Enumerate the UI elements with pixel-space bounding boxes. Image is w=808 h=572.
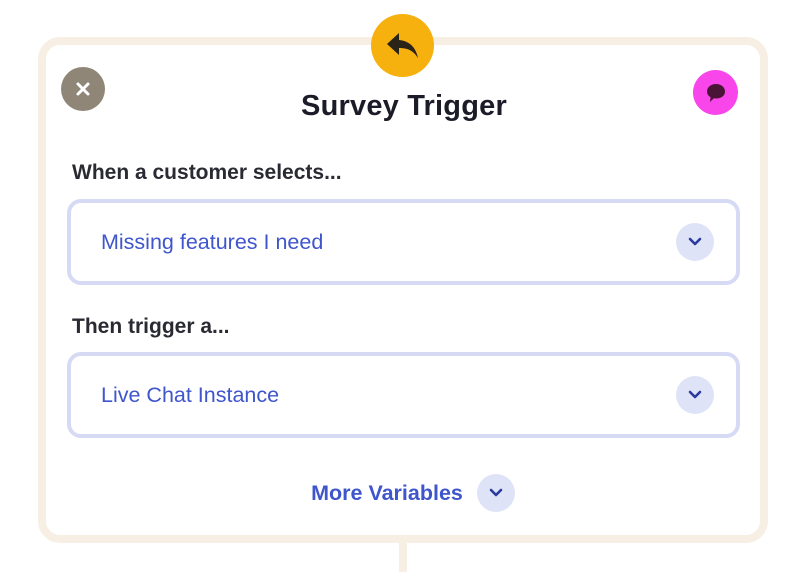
chevron-down-icon (489, 488, 503, 497)
reply-arrow-icon (386, 32, 418, 58)
when-select[interactable]: Missing features I need (67, 199, 740, 285)
chevron-down-icon (688, 237, 702, 246)
when-label: When a customer selects... (72, 161, 342, 184)
then-select-toggle[interactable] (676, 376, 714, 414)
dialog-title: Survey Trigger (301, 90, 507, 122)
flow-connector-line (399, 540, 407, 572)
more-variables-label[interactable]: More Variables (293, 481, 463, 506)
then-select-value: Live Chat Instance (101, 383, 280, 407)
then-label: Then trigger a... (72, 315, 230, 338)
more-variables-toggle[interactable] (476, 474, 515, 512)
when-select-value: Missing features I need (101, 230, 324, 254)
then-select[interactable]: Live Chat Instance (67, 352, 740, 438)
more-variables-button[interactable]: More Variables (0, 474, 808, 512)
reply-badge (371, 14, 434, 77)
chevron-down-icon (688, 390, 702, 399)
when-select-toggle[interactable] (676, 223, 714, 261)
